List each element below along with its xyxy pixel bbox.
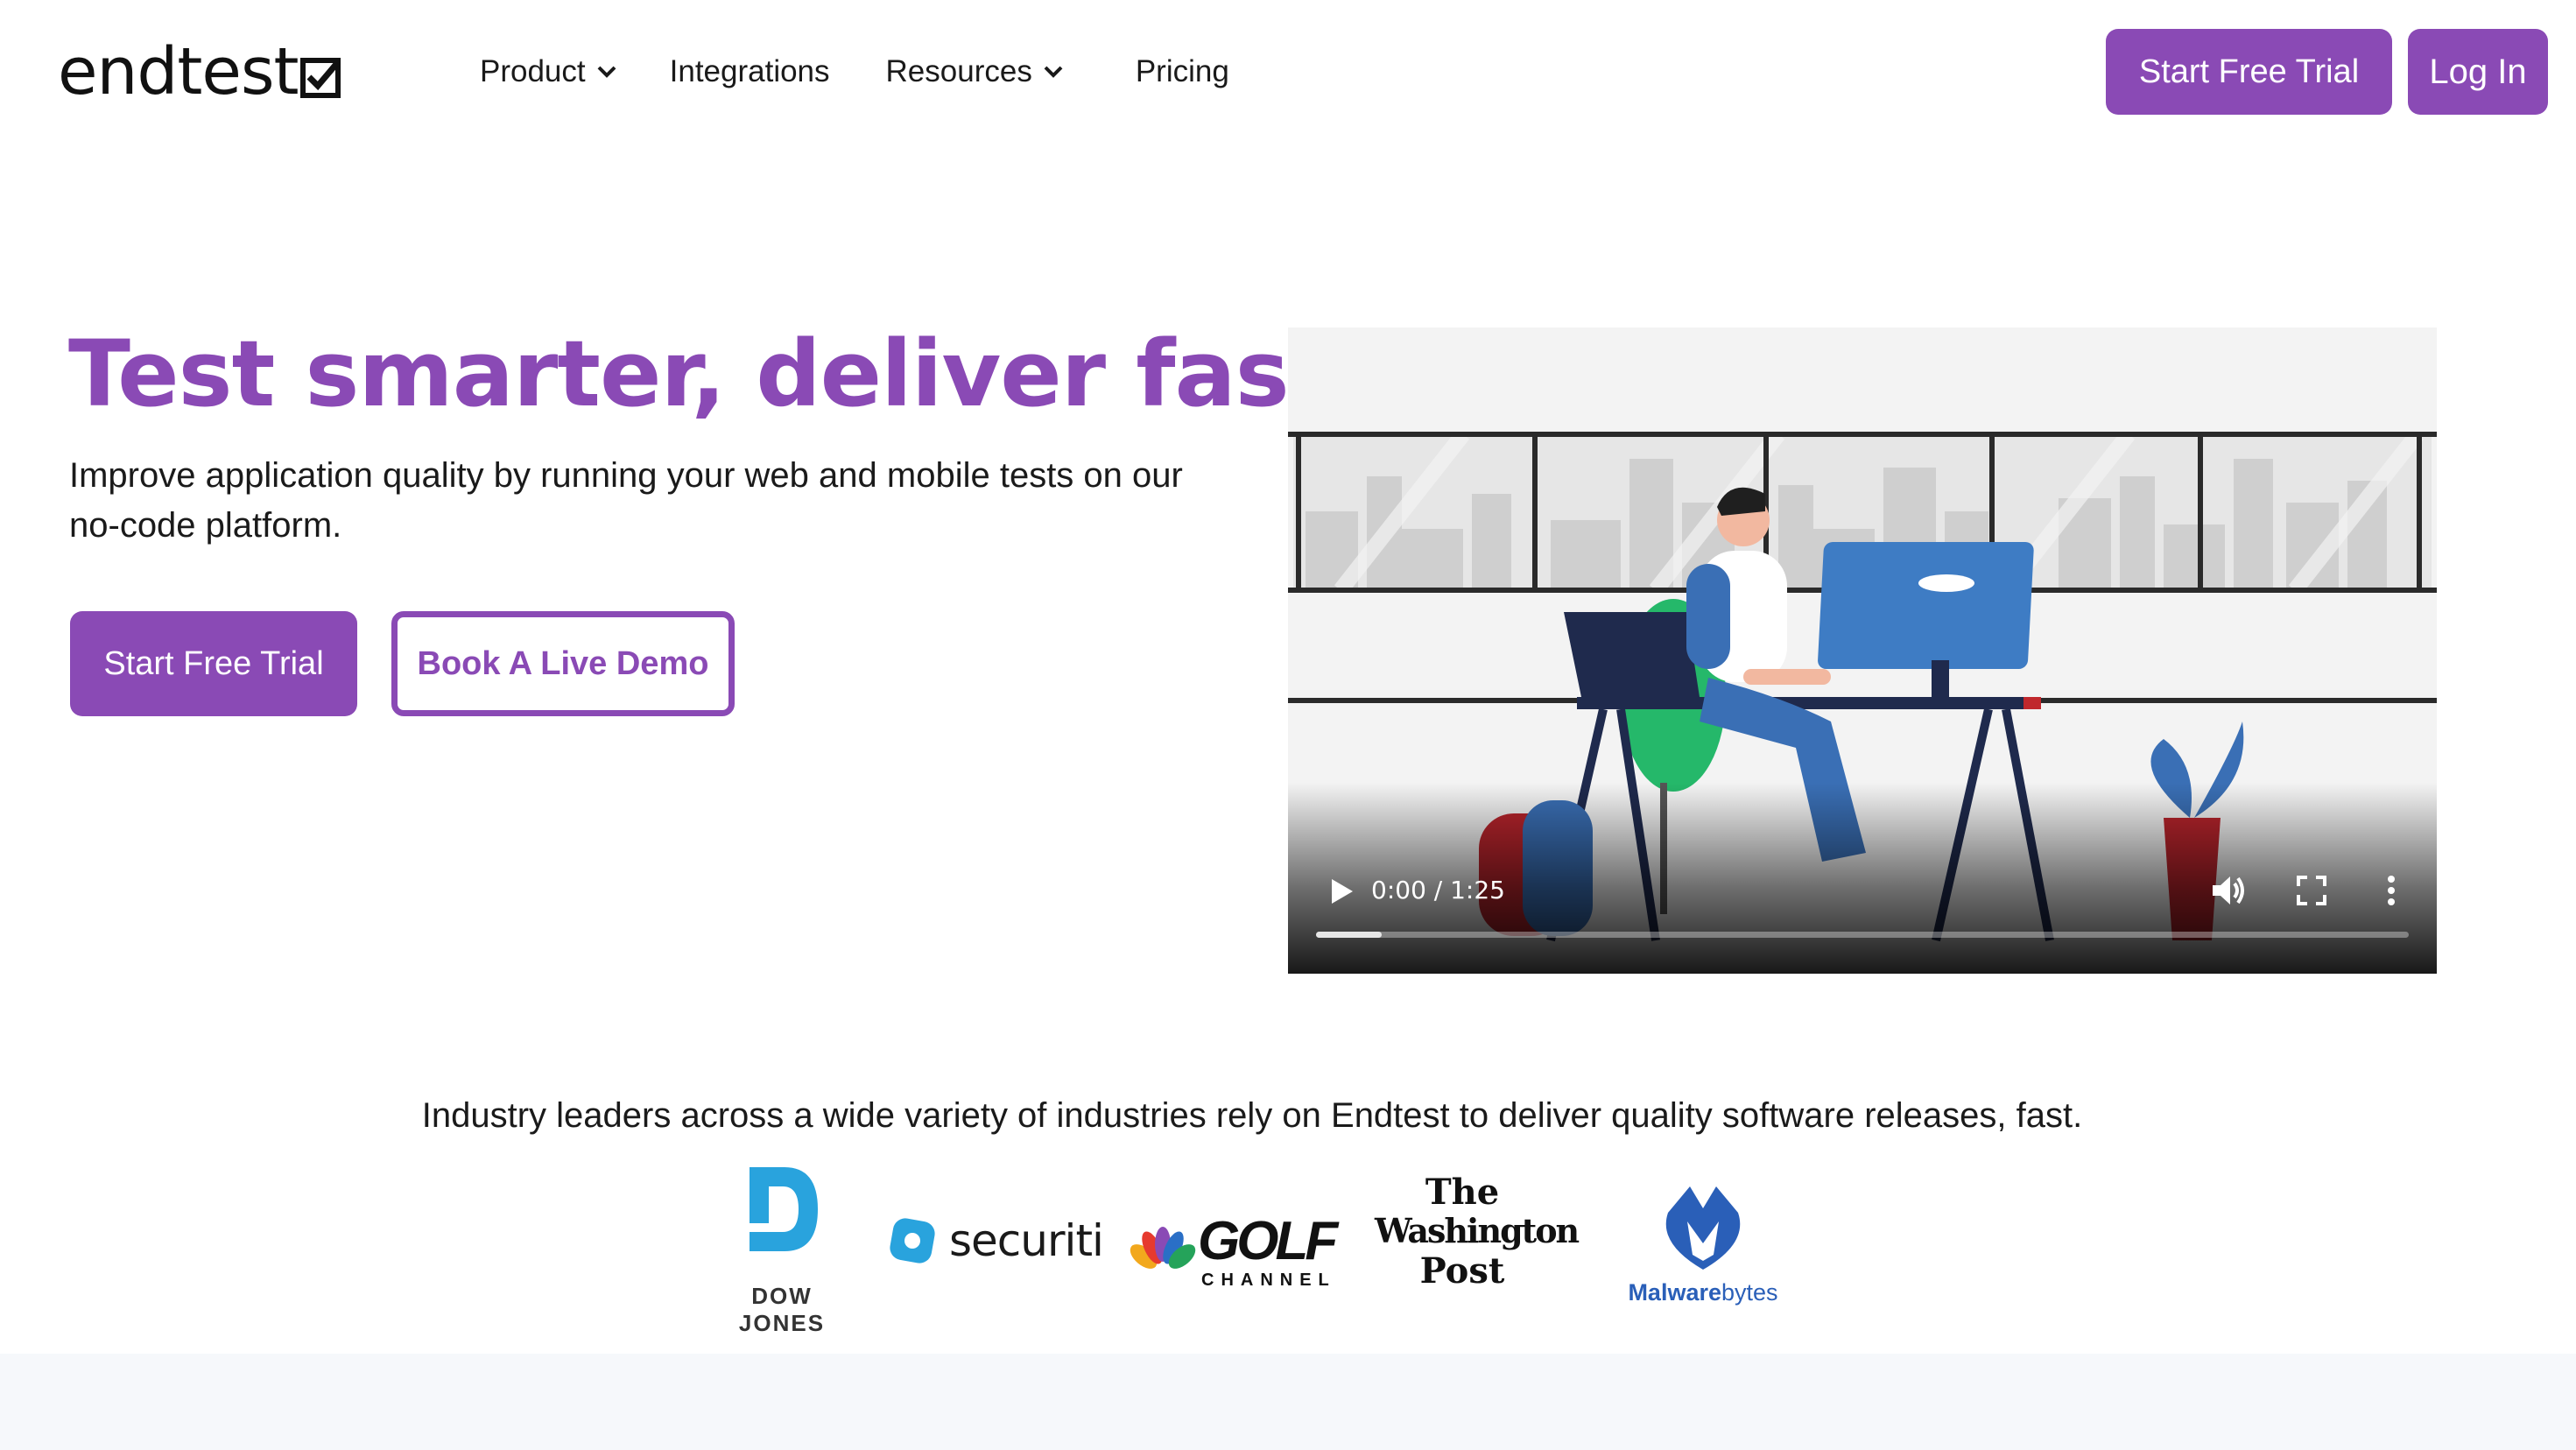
nbc-peacock-icon (1130, 1227, 1196, 1269)
nav-product[interactable]: Product (480, 54, 617, 89)
main-menu: Product Integrations Resources Pricing (480, 46, 1229, 98)
nav-pricing[interactable]: Pricing (1136, 54, 1229, 89)
securiti-logo: securiti (886, 1206, 1105, 1276)
product-video[interactable]: 0:00 / 1:25 (1288, 327, 2437, 974)
malwarebytes-mark-icon (1665, 1186, 1741, 1270)
chevron-down-icon (597, 66, 616, 78)
video-time: 0:00 / 1:25 (1371, 876, 1505, 904)
more-options-icon[interactable] (2377, 870, 2405, 911)
trust-statement: Industry leaders across a wide variety o… (421, 1096, 2083, 1135)
golf-text: GOLF (1198, 1211, 1338, 1271)
logo-checkbox-icon (299, 58, 341, 98)
hero-subtitle: Improve application quality by running y… (69, 456, 1183, 545)
securiti-mark-icon (890, 1218, 935, 1263)
hero-start-free-trial-button[interactable]: Start Free Trial (70, 611, 357, 716)
nav-pricing-label: Pricing (1135, 54, 1229, 88)
logo-wordmark: endtest (58, 34, 299, 109)
nav-resources[interactable]: Resources (886, 54, 1064, 89)
channel-text: CHANNEL (1201, 1271, 1336, 1290)
golf-channel-logo: GOLF CHANNEL (1128, 1204, 1338, 1292)
hero-title: Test smarter, deliver faster. (68, 320, 1458, 427)
book-live-demo-button[interactable]: Book A Live Demo (391, 611, 735, 716)
wapo-the: The (1425, 1172, 1500, 1213)
video-progress-fill (1316, 932, 1382, 938)
malwarebytes-text: Malwarebytes (1620, 1279, 1786, 1306)
top-nav: endtest Product Integrations Resources P… (0, 0, 2576, 144)
wapo-washington: Washington (1375, 1211, 1580, 1250)
wapo-post: Post (1419, 1250, 1505, 1292)
login-button[interactable]: Log In (2408, 29, 2548, 115)
nav-integrations[interactable]: Integrations (670, 54, 830, 89)
next-section-band (0, 1354, 2576, 1450)
washington-post-logo: The Washington Post (1375, 1172, 1580, 1306)
video-progress-bar[interactable] (1316, 932, 2409, 938)
fullscreen-icon[interactable] (2293, 872, 2330, 909)
play-icon[interactable] (1323, 874, 1358, 909)
customer-logos: DOW JONES securiti GOLF CHANNEL The Wash… (700, 1160, 1778, 1336)
endtest-logo[interactable]: endtest (58, 39, 341, 105)
nav-integrations-label: Integrations (669, 54, 830, 88)
malwarebytes-logo: Malwarebytes (1620, 1178, 1786, 1309)
chevron-down-icon (1044, 66, 1063, 78)
dow-jones-mark-icon (750, 1167, 818, 1251)
dow-jones-logo: DOW JONES (707, 1160, 856, 1336)
nav-start-free-trial-button[interactable]: Start Free Trial (2106, 29, 2392, 115)
malwarebytes-text-strong: Malware (1628, 1279, 1721, 1306)
securiti-text: securiti (949, 1215, 1104, 1266)
malwarebytes-text-light: bytes (1721, 1279, 1778, 1306)
nav-product-label: Product (480, 54, 586, 88)
volume-icon[interactable] (2207, 870, 2248, 911)
nav-resources-label: Resources (885, 54, 1032, 88)
dow-jones-text: DOW JONES (738, 1283, 826, 1336)
